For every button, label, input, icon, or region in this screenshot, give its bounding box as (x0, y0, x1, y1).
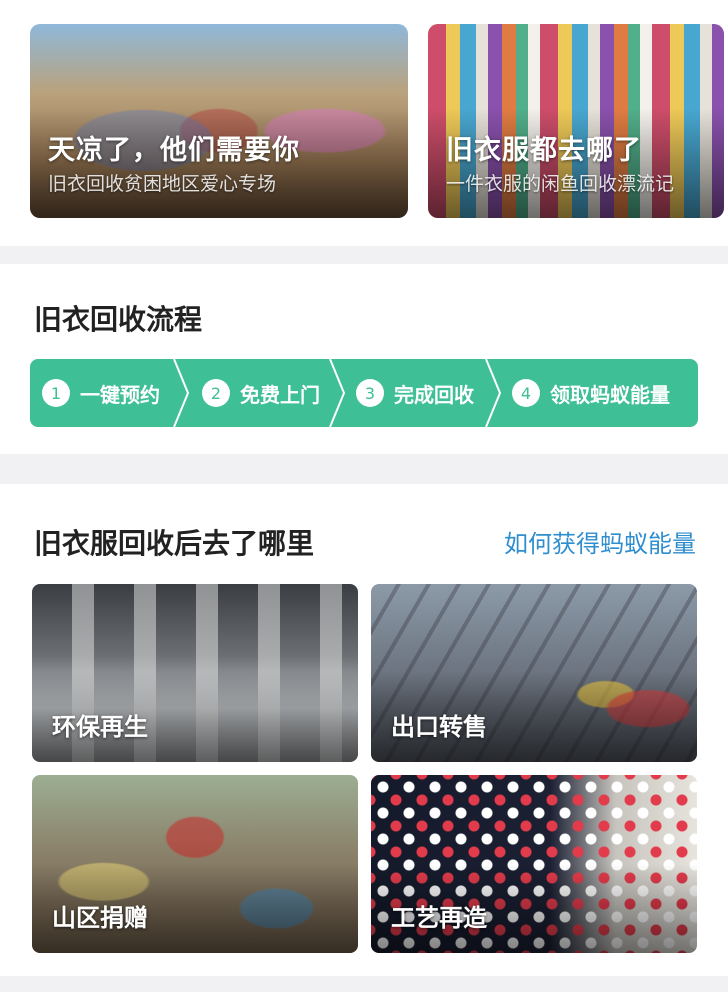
step-number-badge: 1 (42, 379, 70, 407)
step-number-badge: 2 (202, 379, 230, 407)
banner-title: 天凉了，他们需要你 (48, 135, 300, 166)
step-label: 免费上门 (240, 382, 320, 407)
process-step: 2 免费上门 (202, 359, 320, 427)
ant-energy-help-link[interactable]: 如何获得蚂蚁能量 (504, 524, 696, 559)
banner-subtitle: 一件衣服的闲鱼回收漂流记 (446, 173, 675, 195)
tile-label: 出口转售 (391, 713, 487, 741)
tile-label: 山区捐赠 (52, 904, 148, 932)
step-label: 完成回收 (394, 382, 474, 407)
banner-subtitle: 旧衣回收贫困地区爱心专场 (48, 173, 277, 195)
step-number-badge: 4 (512, 379, 540, 407)
process-step: 3 完成回收 (356, 359, 474, 427)
banner-section: 天凉了，他们需要你 旧衣回收贫困地区爱心专场 旧衣服都去哪了 一件衣服的闲鱼回收… (0, 0, 728, 246)
process-step: 1 一键预约 (42, 359, 160, 427)
destination-tile-export[interactable]: 出口转售 (371, 584, 697, 762)
bottom-divider (0, 976, 728, 992)
banner-card-donation[interactable]: 天凉了，他们需要你 旧衣回收贫困地区爱心专场 (30, 24, 408, 218)
destination-tile-donation[interactable]: 山区捐赠 (32, 775, 358, 953)
process-section: 旧衣回收流程 1 一键预约 2 免费上门 3 完成回收 4 领取蚂蚁能量 (0, 264, 728, 454)
process-step: 4 领取蚂蚁能量 (512, 359, 670, 427)
banner-title: 旧衣服都去哪了 (446, 135, 642, 166)
banner-card-clothes-journey[interactable]: 旧衣服都去哪了 一件衣服的闲鱼回收漂流记 (428, 24, 724, 218)
process-title: 旧衣回收流程 (34, 303, 203, 336)
destinations-title: 旧衣服回收后去了哪里 (34, 527, 315, 560)
tile-label: 工艺再造 (391, 904, 487, 932)
destinations-section: 旧衣服回收后去了哪里 如何获得蚂蚁能量 环保再生 出口转售 山区捐赠 工艺再造 (0, 484, 728, 976)
step-number-badge: 3 (356, 379, 384, 407)
step-label: 领取蚂蚁能量 (550, 382, 670, 407)
chevron-right-icon (485, 359, 502, 427)
chevron-right-icon (173, 359, 190, 427)
chevron-right-icon (329, 359, 346, 427)
tile-label: 环保再生 (52, 713, 148, 741)
step-label: 一键预约 (80, 382, 160, 407)
destination-tile-craft[interactable]: 工艺再造 (371, 775, 697, 953)
process-steps-bar: 1 一键预约 2 免费上门 3 完成回收 4 领取蚂蚁能量 (30, 359, 698, 427)
destination-tile-recycling[interactable]: 环保再生 (32, 584, 358, 762)
